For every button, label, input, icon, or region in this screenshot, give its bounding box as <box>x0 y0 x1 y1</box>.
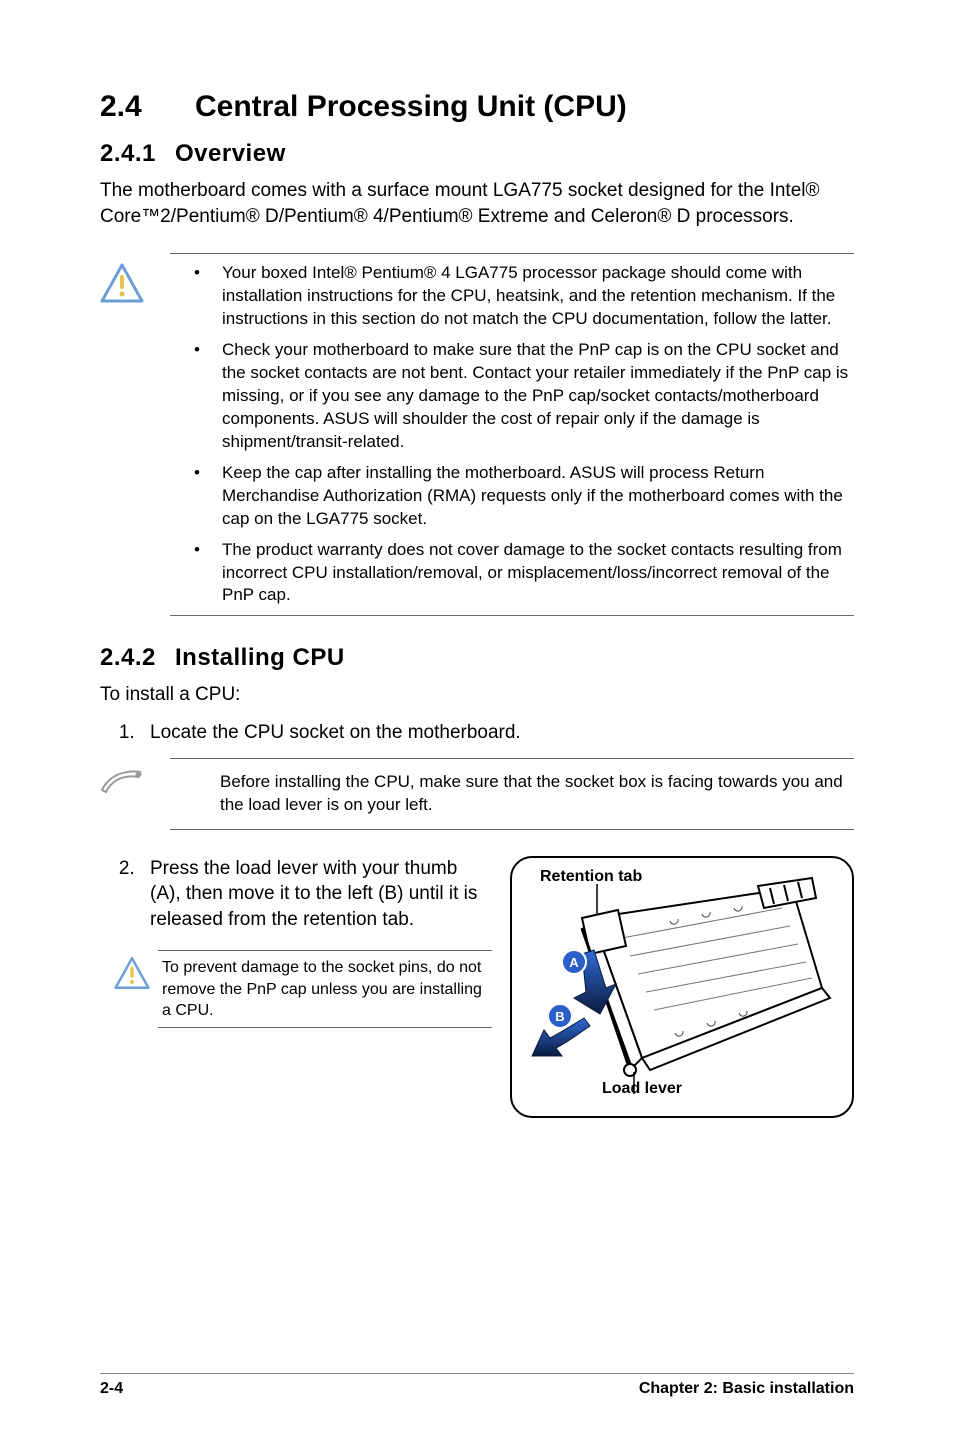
caution-triangle-icon <box>100 263 144 303</box>
figure-badge-a: A <box>569 955 579 970</box>
subsection-number: 2.4.1 <box>100 140 175 168</box>
step-2: Press the load lever with your thumb (A)… <box>140 856 854 1118</box>
figure-badge-b: B <box>555 1009 564 1024</box>
figure-label-retention-tab: Retention tab <box>540 866 642 888</box>
step-1: Locate the CPU socket on the motherboard… <box>140 720 854 746</box>
section-heading: Central Processing Unit (CPU) <box>195 90 627 123</box>
caution-icon-col <box>100 253 170 303</box>
caution-item-1: Your boxed Intel® Pentium® 4 LGA775 proc… <box>204 262 854 331</box>
subsection-installing: 2.4.2Installing CPU <box>100 644 854 672</box>
subsection-overview: 2.4.1Overview <box>100 140 854 168</box>
note-icon-col <box>100 758 170 798</box>
figure-cpu-socket: Retention tab <box>510 856 854 1118</box>
socket-illustration: A B <box>512 858 852 1116</box>
caution-callout-inline: To prevent damage to the socket pins, do… <box>114 950 492 1027</box>
install-intro: To install a CPU: <box>100 682 854 708</box>
page-title: 2.4Central Processing Unit (CPU) <box>100 90 854 124</box>
caution-triangle-icon <box>114 956 150 990</box>
step-2-text: Press the load lever with your thumb (A)… <box>150 858 477 930</box>
page-footer: 2-4 Chapter 2: Basic installation <box>100 1373 854 1398</box>
overview-paragraph: The motherboard comes with a surface mou… <box>100 178 854 229</box>
caution-item-4: The product warranty does not cover dama… <box>204 539 854 608</box>
caution-item-3: Keep the cap after installing the mother… <box>204 462 854 531</box>
caution-content: Your boxed Intel® Pentium® 4 LGA775 proc… <box>170 253 854 616</box>
subsection-heading-2: Installing CPU <box>175 644 345 671</box>
note-text: Before installing the CPU, make sure tha… <box>170 767 854 821</box>
caution-inline-text: To prevent damage to the socket pins, do… <box>158 950 492 1027</box>
footer-page-number: 2-4 <box>100 1380 123 1398</box>
pencil-note-icon <box>100 768 144 798</box>
section-number: 2.4 <box>100 90 195 124</box>
footer-chapter: Chapter 2: Basic installation <box>639 1380 854 1398</box>
note-callout: Before installing the CPU, make sure tha… <box>100 758 854 830</box>
subsection-number-2: 2.4.2 <box>100 644 175 672</box>
figure-label-load-lever: Load lever <box>602 1078 682 1100</box>
subsection-heading: Overview <box>175 140 286 167</box>
caution-item-2: Check your motherboard to make sure that… <box>204 339 854 454</box>
note-content: Before installing the CPU, make sure tha… <box>170 758 854 830</box>
caution-callout-main: Your boxed Intel® Pentium® 4 LGA775 proc… <box>100 253 854 616</box>
